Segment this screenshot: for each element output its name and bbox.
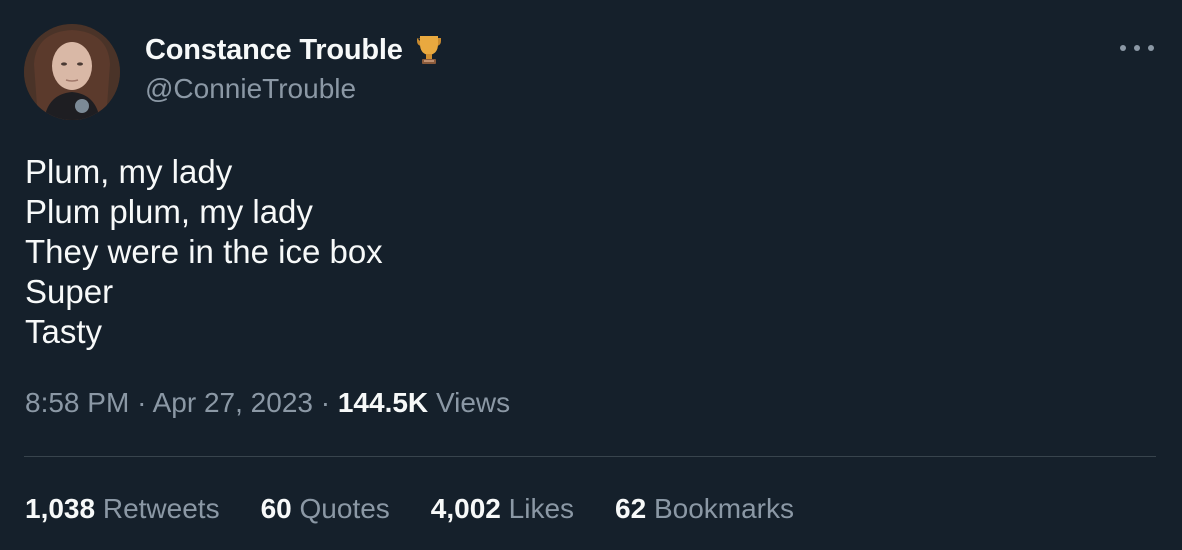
bookmarks-count: 62 (615, 493, 647, 524)
tweet-line: Plum plum, my lady (25, 193, 313, 230)
tweet-line: Super (25, 273, 114, 310)
more-horizontal-icon (1120, 45, 1126, 51)
likes-stat[interactable]: 4,002 Likes (431, 493, 574, 525)
tweet-time[interactable]: 8:58 PM (25, 387, 129, 418)
views-count: 144.5K (337, 387, 429, 418)
quotes-label: Quotes (299, 493, 390, 524)
more-dot (1148, 45, 1154, 51)
avatar[interactable] (24, 24, 120, 120)
meta-separator: · (137, 387, 147, 418)
profile-photo-icon (24, 24, 120, 120)
user-info: Constance Trouble @ConnieTrouble (145, 30, 447, 105)
retweets-stat[interactable]: 1,038 Retweets (25, 493, 220, 525)
user-handle[interactable]: @ConnieTrouble (145, 73, 447, 105)
bookmarks-label: Bookmarks (653, 493, 795, 524)
display-name[interactable]: Constance Trouble (145, 34, 403, 67)
more-options-button[interactable] (1120, 36, 1154, 60)
tweet-text: Plum, my lady Plum plum, my lady They we… (25, 152, 383, 352)
tweet-line: Tasty (25, 313, 103, 350)
tweet-line: They were in the ice box (25, 233, 383, 270)
trophy-icon (411, 32, 447, 68)
tweet-card: Constance Trouble @ConnieTrouble Plum, m… (0, 0, 1182, 550)
meta-separator: · (320, 387, 331, 418)
more-dot (1134, 45, 1140, 51)
retweets-label: Retweets (102, 493, 220, 524)
tweet-date[interactable]: Apr 27, 2023 (153, 387, 313, 418)
likes-label: Likes (508, 493, 575, 524)
tweet-meta: 8:58 PM · Apr 27, 2023 · 144.5K Views (25, 387, 510, 419)
tweet-line: Plum, my lady (25, 153, 233, 190)
bookmarks-stat[interactable]: 62 Bookmarks (615, 493, 794, 525)
quotes-stat[interactable]: 60 Quotes (261, 493, 390, 525)
quotes-count: 60 (260, 493, 292, 524)
tweet-stats: 1,038 Retweets 60 Quotes 4,002 Likes 62 … (25, 493, 835, 525)
retweets-count: 1,038 (25, 493, 96, 524)
views-label: Views (435, 387, 511, 418)
display-name-row: Constance Trouble (145, 30, 447, 70)
divider (24, 456, 1156, 457)
likes-count: 4,002 (430, 493, 501, 524)
